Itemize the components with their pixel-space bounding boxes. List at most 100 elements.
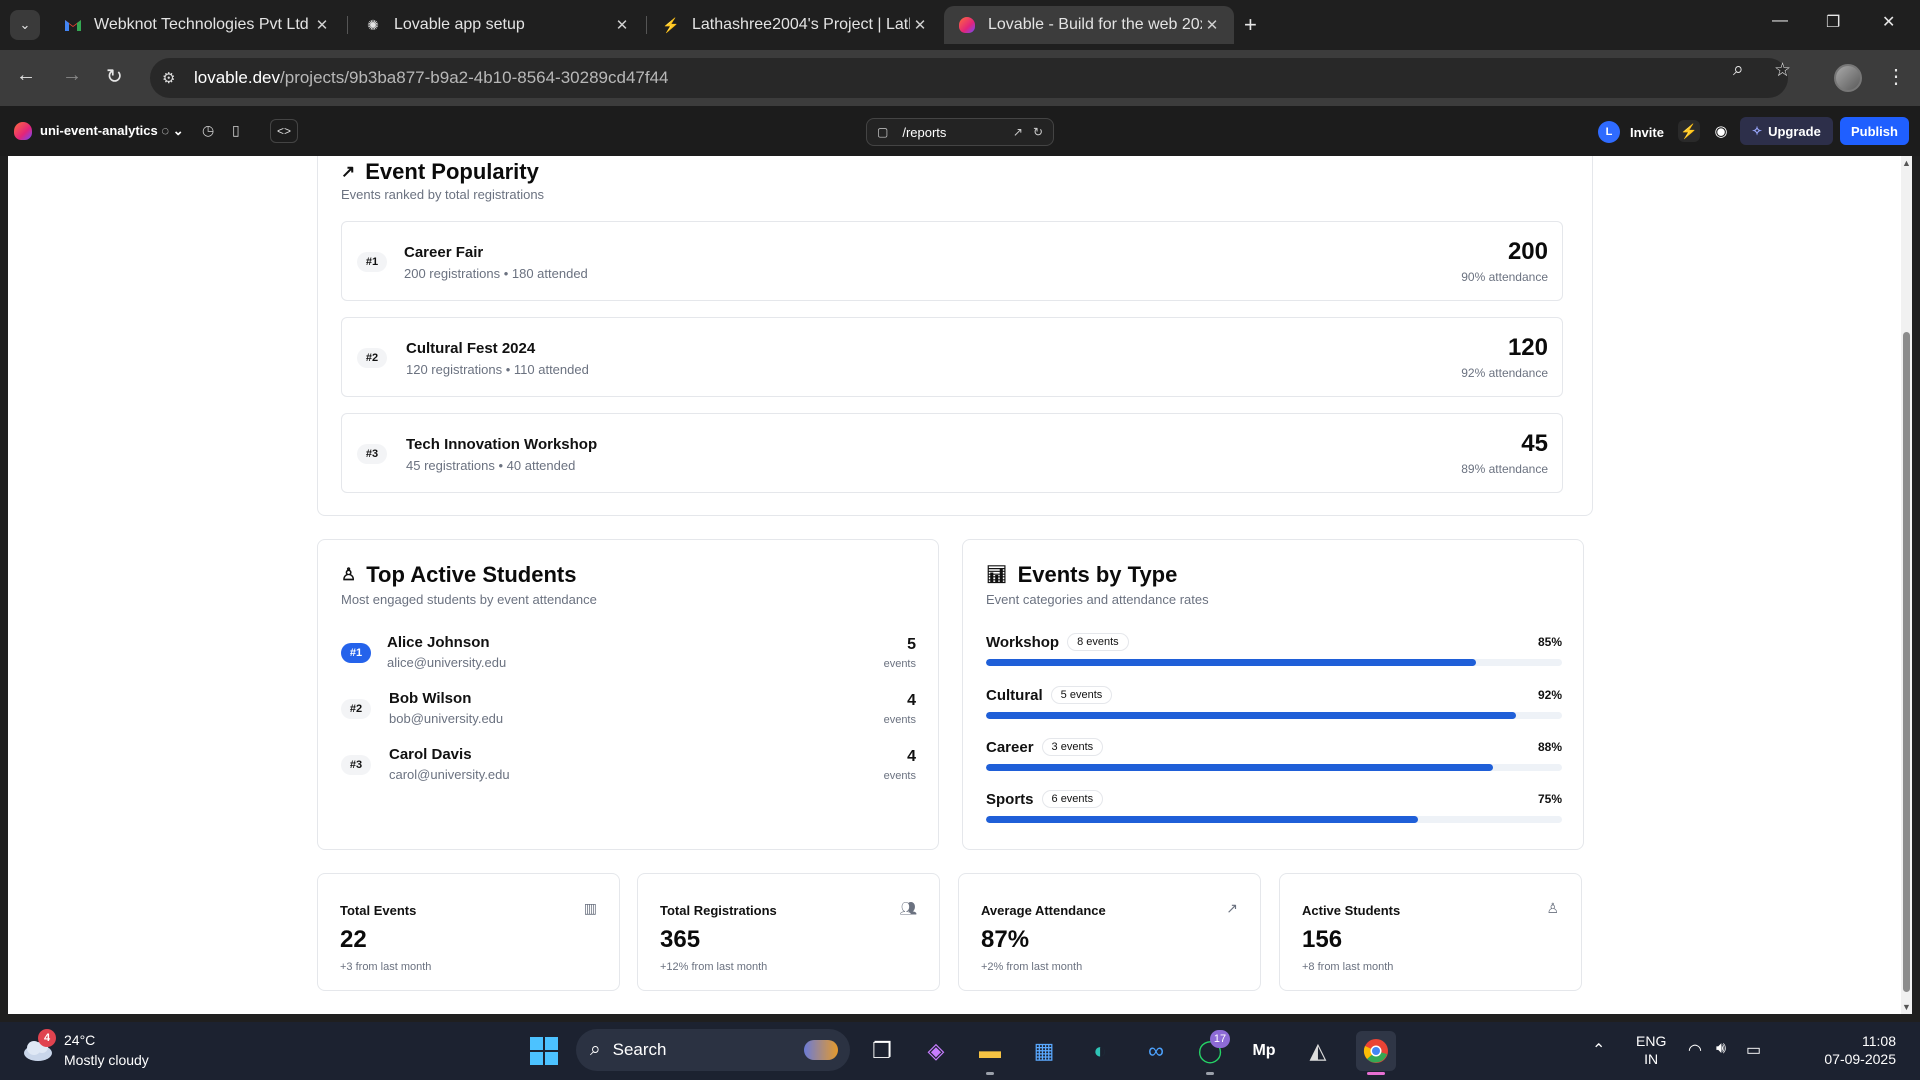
browser-tab-lovable-setup[interactable]: ✺ Lovable app setup ✕ [350,6,644,44]
type-percentage: 85% [1537,635,1562,649]
system-clock[interactable]: 11:08 07-09-2025 [1786,1032,1896,1068]
back-arrow-icon[interactable]: ← [16,64,36,87]
search-label: Search [612,1040,667,1059]
browser-tab-gmail[interactable]: Webknot Technologies Pvt Ltd Calendar ✕ [50,6,344,44]
browser-tab-bar: ⌄ Webknot Technologies Pvt Ltd Calendar … [0,0,1920,50]
events-by-type-card: 📊︎ Events by Type Event categories and a… [962,539,1584,850]
windows-start-icon[interactable] [524,1031,564,1071]
reload-icon[interactable]: ↻ [106,64,123,89]
event-type-row: Career 3 events 88% [986,738,1562,778]
site-info-icon[interactable]: ⚙ [162,69,190,87]
rank-badge: #2 [341,699,371,719]
award-icon: ♙ [1546,900,1559,916]
tab-title: Webknot Technologies Pvt Ltd Calendar [94,16,312,33]
close-window-icon[interactable]: ✕ [1882,12,1895,32]
student-name: Carol Davis [389,746,472,763]
close-tab-icon[interactable]: ✕ [312,16,332,34]
users-icon: 👥︎ [899,900,917,916]
history-icon[interactable]: ◷ [202,122,214,139]
stat-delta: +2% from last month [981,961,1083,973]
type-count-badge: 3 events [1041,738,1104,756]
rank-badge: #1 [357,252,387,272]
progress-fill [986,816,1418,823]
edge-icon[interactable]: ◐ [1080,1031,1120,1071]
file-explorer-icon[interactable]: ▬ [970,1031,1010,1071]
meta-icon[interactable]: ∞ [1136,1031,1176,1071]
progress-track [986,712,1562,719]
card-subtitle: Event categories and attendance rates [986,592,1209,607]
project-name[interactable]: uni-event-analytics ◌ ⌄ [40,123,184,139]
publish-button[interactable]: Publish [1840,117,1909,145]
trending-up-icon: ↗ [1226,900,1238,916]
copilot-icon[interactable]: ◈ [916,1031,956,1071]
clock-time: 11:08 [1862,1033,1896,1049]
sidebar-toggle-icon[interactable]: ▯ [232,122,240,139]
close-tab-icon[interactable]: ✕ [910,16,930,34]
invite-button[interactable]: L Invite [1598,118,1664,146]
battery-icon[interactable]: ▭ [1746,1040,1761,1060]
bar-chart-icon: ▥ [583,900,597,916]
student-name: Bob Wilson [389,690,472,707]
close-tab-icon[interactable]: ✕ [1202,16,1222,34]
card-title: ↗ Event Popularity [341,159,539,184]
stat-delta: +8 from last month [1302,961,1394,973]
close-tab-icon[interactable]: ✕ [612,16,632,34]
chrome-icon[interactable] [1356,1031,1396,1071]
stat-card-active-students: Active Students ♙ 156 +8 from last month [1279,873,1582,991]
popularity-list-item[interactable]: #3 Tech Innovation Workshop 45 registrat… [341,413,1563,493]
running-indicator [986,1072,994,1075]
scroll-down-icon[interactable]: ▼ [1902,1002,1911,1012]
card-subtitle: Events ranked by total registrations [341,187,545,202]
preview-frame: ↗ Event Popularity Events ranked by tota… [8,156,1912,1014]
scroll-up-icon[interactable]: ▲ [1902,158,1911,168]
stat-delta: +3 from last month [340,961,432,973]
scrollbar-thumb[interactable] [1903,332,1910,992]
student-name: Alice Johnson [387,634,490,651]
snipping-tool-icon[interactable]: ◭ [1298,1031,1338,1071]
media-player-icon[interactable]: Mp [1244,1031,1284,1071]
type-label: Workshop 8 events [986,633,1129,651]
whatsapp-badge: 17 [1210,1030,1230,1048]
browser-tab-lovable[interactable]: Lovable - Build for the web 20x ✕ [944,6,1234,44]
route-bar[interactable]: ▢ /reports ↗ ↻ [866,118,1054,146]
browser-tab-supabase[interactable]: ⚡ Lathashree2004's Project | Latha ✕ [648,6,942,44]
github-icon[interactable]: ◉ [1710,120,1732,142]
forward-arrow-icon[interactable]: → [62,64,82,87]
minimize-icon[interactable]: — [1772,12,1788,30]
popularity-list-item[interactable]: #1 Career Fair 200 registrations • 180 a… [341,221,1563,301]
popularity-list-item[interactable]: #2 Cultural Fest 2024 120 registrations … [341,317,1563,397]
browser-toolbar: ← → ↻ ⚙ lovable.dev/projects/9b3ba877-b9… [0,50,1920,106]
restore-icon[interactable]: ❐ [1826,12,1840,32]
show-hidden-icons-icon[interactable]: ⌃ [1592,1040,1605,1060]
stat-value: 156 [1302,926,1343,953]
address-bar[interactable]: ⚙ lovable.dev/projects/9b3ba877-b9a2-4b1… [150,58,1788,98]
wifi-icon[interactable]: ◠ [1688,1040,1702,1060]
progress-track [986,659,1562,666]
microsoft-store-icon[interactable]: ▦ [1024,1031,1064,1071]
stat-title: Active Students [1302,903,1401,918]
address-url: lovable.dev/projects/9b3ba877-b9a2-4b10-… [194,68,669,87]
bookmark-star-icon[interactable]: ☆ [1774,59,1791,82]
code-view-button[interactable]: <> [270,119,298,143]
language-indicator[interactable]: ENG IN [1636,1032,1666,1068]
lovable-logo-icon[interactable] [14,122,32,140]
type-label: Sports 6 events [986,790,1104,808]
open-external-icon[interactable]: ↗ [1013,125,1023,139]
supabase-bolt-icon[interactable]: ⚡ [1678,120,1700,142]
profile-avatar[interactable] [1834,64,1862,92]
taskbar-search[interactable]: ⌕ Search [576,1029,850,1071]
volume-icon[interactable]: 🔊︎ [1716,1040,1726,1058]
student-email: bob@university.edu [389,711,504,726]
browser-menu-icon[interactable]: ⋮ [1886,64,1906,89]
upgrade-button[interactable]: ✧ Upgrade [1740,117,1833,145]
event-count: 4 [907,748,916,765]
zoom-icon[interactable]: ⌕ [1733,59,1744,81]
vertical-scrollbar[interactable]: ▲ ▼ [1901,156,1912,1014]
event-type-row: Sports 6 events 75% [986,790,1562,830]
type-count-badge: 5 events [1050,686,1113,704]
task-view-icon[interactable]: ❐ [862,1031,902,1071]
new-tab-button[interactable]: + [1244,12,1257,38]
event-type-row: Cultural 5 events 92% [986,686,1562,726]
refresh-preview-icon[interactable]: ↻ [1033,125,1043,139]
tab-search-button[interactable]: ⌄ [10,10,40,40]
